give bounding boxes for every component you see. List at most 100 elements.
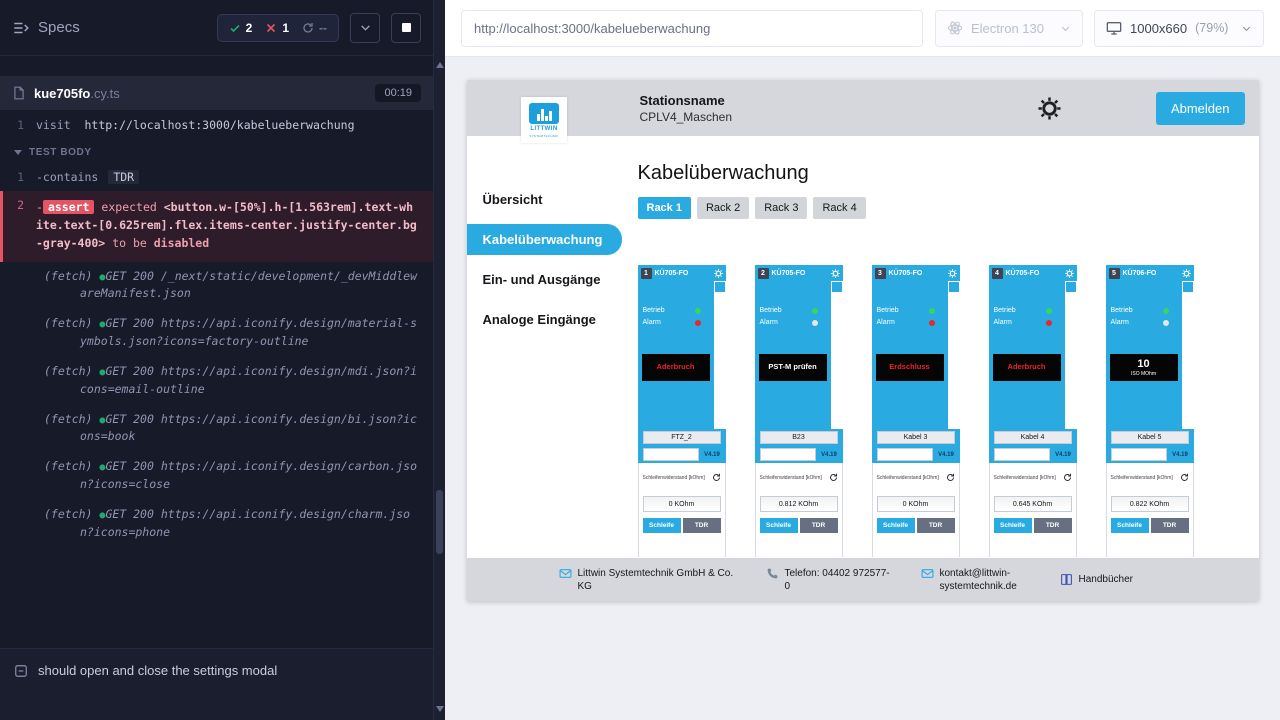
- contains-command: -contains: [36, 170, 98, 184]
- littwin-logo-icon: [529, 103, 559, 124]
- card-model: KÜ705-FO: [655, 270, 689, 277]
- betrieb-led: [1163, 308, 1169, 314]
- fetch-log-row[interactable]: (fetch) ●GET 200 https://api.iconify.des…: [0, 309, 433, 357]
- card-gear-icon[interactable]: [714, 269, 723, 278]
- schleife-button[interactable]: Schleife: [1111, 518, 1149, 533]
- schleife-button[interactable]: Schleife: [643, 518, 681, 533]
- resistance-value: 0 KOhm: [877, 496, 955, 512]
- scrollbar-thumb[interactable]: [436, 490, 443, 554]
- footer-manuals-link[interactable]: Handbücher: [1060, 573, 1133, 586]
- card-scrollbar[interactable]: [948, 281, 960, 429]
- tdr-button[interactable]: TDR: [1151, 518, 1189, 533]
- status-display: Aderbruch: [993, 354, 1061, 381]
- schleife-button[interactable]: Schleife: [994, 518, 1032, 533]
- test-icon: [14, 664, 28, 678]
- alarm-label: Alarm: [877, 319, 895, 326]
- betrieb-led: [812, 308, 818, 314]
- card-scrollbar-thumb[interactable]: [1066, 282, 1076, 292]
- assert-message: -assert expected <button.w-[50%].h-[1.56…: [36, 198, 419, 253]
- alarm-label: Alarm: [643, 319, 661, 326]
- refresh-icon[interactable]: [1063, 473, 1072, 482]
- viewport-selector[interactable]: 1000x660 (79%): [1094, 10, 1264, 47]
- refresh-icon[interactable]: [829, 473, 838, 482]
- tdr-button[interactable]: TDR: [800, 518, 838, 533]
- rack-tab-1[interactable]: Rack 1: [638, 197, 691, 219]
- fetch-log-row[interactable]: (fetch) ●GET 200 https://api.iconify.des…: [0, 500, 433, 548]
- fetch-log-row[interactable]: (fetch) ●GET 200 https://api.iconify.des…: [0, 405, 433, 453]
- alarm-label: Alarm: [1111, 319, 1129, 326]
- nav-item-ein-und-ausgaenge[interactable]: Ein- und Ausgänge: [467, 264, 622, 295]
- rack-tabs: Rack 1 Rack 2 Rack 3 Rack 4: [638, 197, 1243, 219]
- name-input[interactable]: [643, 448, 699, 461]
- footer-email[interactable]: kontakt@littwin-systemtechnik.de: [921, 567, 1032, 593]
- card-scrollbar-thumb[interactable]: [715, 282, 725, 292]
- url-input[interactable]: [462, 21, 922, 36]
- card-scrollbar[interactable]: [831, 281, 843, 429]
- name-input[interactable]: [760, 448, 816, 461]
- fetch-log-row[interactable]: (fetch) ●GET 200 https://api.iconify.des…: [0, 357, 433, 405]
- specs-menu-icon[interactable]: [12, 19, 30, 37]
- url-bar[interactable]: [461, 10, 923, 47]
- spec-file-ext: .cy.ts: [90, 86, 119, 101]
- rack-tab-3[interactable]: Rack 3: [755, 197, 807, 219]
- card-gear-icon[interactable]: [948, 269, 957, 278]
- resistance-label: Schleifenwiderstand [kOhm]: [760, 475, 822, 481]
- card-scrollbar-thumb[interactable]: [1183, 282, 1193, 292]
- schleife-button[interactable]: Schleife: [877, 518, 915, 533]
- refresh-icon[interactable]: [946, 473, 955, 482]
- resistance-label: Schleifenwiderstand [kOhm]: [1111, 475, 1173, 481]
- nav-item-analoge-eingaenge[interactable]: Analoge Eingänge: [467, 304, 622, 335]
- electron-icon: [947, 20, 963, 36]
- fetch-log-row[interactable]: (fetch) ●GET 200 /_next/static/developme…: [0, 262, 433, 310]
- card-gear-icon[interactable]: [831, 269, 840, 278]
- device-card-1: 1 KÜ705-FO Betrieb Alarm Aderbruch: [638, 265, 726, 557]
- app-header: LITTWIN SYSTEMTECHNIK Stationsname CPLV4…: [467, 80, 1259, 136]
- card-gear-icon[interactable]: [1182, 269, 1191, 278]
- failed-assert-row[interactable]: 2 -assert expected <button.w-[50%].h-[1.…: [0, 191, 433, 262]
- browser-selector[interactable]: Electron 130: [935, 10, 1083, 47]
- visit-command-row[interactable]: 1 visit http://localhost:3000/kabelueber…: [0, 113, 433, 138]
- next-test-row[interactable]: should open and close the settings modal: [0, 648, 433, 720]
- fetch-log-row[interactable]: (fetch) ●GET 200 https://api.iconify.des…: [0, 452, 433, 500]
- stop-button[interactable]: [391, 13, 421, 43]
- visit-command: visit: [36, 118, 71, 132]
- name-input[interactable]: [1111, 448, 1167, 461]
- firmware-version: V4.19: [1167, 452, 1194, 458]
- firmware-version: V4.19: [816, 452, 843, 458]
- monitor-icon: [1106, 20, 1122, 36]
- card-scrollbar-thumb[interactable]: [949, 282, 959, 292]
- check-icon: [229, 22, 241, 34]
- tdr-button[interactable]: TDR: [917, 518, 955, 533]
- betrieb-led: [929, 308, 935, 314]
- chevron-down-icon: [1060, 23, 1071, 34]
- contains-command-row[interactable]: 1 -containsTDR: [0, 165, 433, 190]
- betrieb-label: Betrieb: [994, 307, 1016, 314]
- collapse-button[interactable]: [350, 13, 380, 43]
- card-scrollbar[interactable]: [1182, 281, 1194, 429]
- refresh-icon[interactable]: [712, 473, 721, 482]
- card-gear-icon[interactable]: [1065, 269, 1074, 278]
- scroll-down-arrow[interactable]: [436, 706, 444, 712]
- next-test-title: should open and close the settings modal: [38, 663, 277, 678]
- spec-file-row[interactable]: kue705fo .cy.ts 00:19: [0, 76, 433, 110]
- nav-item-uebersicht[interactable]: Übersicht: [467, 184, 622, 215]
- tdr-button[interactable]: TDR: [1034, 518, 1072, 533]
- settings-button[interactable]: [1038, 97, 1061, 120]
- reporter-scrollbar[interactable]: [433, 0, 445, 720]
- specs-label[interactable]: Specs: [38, 19, 80, 36]
- phone-icon: [766, 567, 779, 580]
- card-scrollbar[interactable]: [714, 281, 726, 429]
- card-scrollbar-thumb[interactable]: [832, 282, 842, 292]
- name-input[interactable]: [877, 448, 933, 461]
- card-scrollbar[interactable]: [1065, 281, 1077, 429]
- schleife-button[interactable]: Schleife: [760, 518, 798, 533]
- tdr-button[interactable]: TDR: [683, 518, 721, 533]
- nav-item-kabelueberwachung[interactable]: Kabelüberwachung: [467, 224, 622, 255]
- name-input[interactable]: [994, 448, 1050, 461]
- rack-tab-4[interactable]: Rack 4: [813, 197, 865, 219]
- rack-tab-2[interactable]: Rack 2: [697, 197, 749, 219]
- refresh-icon[interactable]: [1180, 473, 1189, 482]
- test-body-section[interactable]: TEST BODY: [0, 138, 433, 165]
- scroll-up-arrow[interactable]: [436, 62, 444, 68]
- logout-button[interactable]: Abmelden: [1156, 92, 1245, 125]
